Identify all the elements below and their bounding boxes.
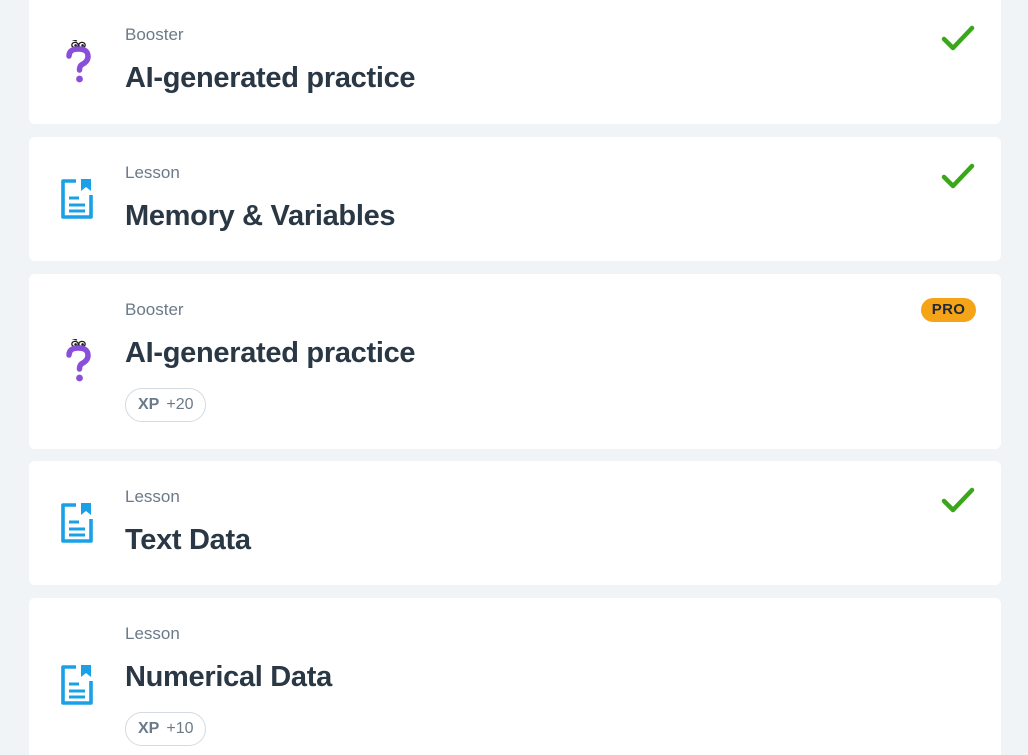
lesson-document-icon [59, 501, 99, 547]
item-title: Numerical Data [125, 661, 332, 693]
completed-check-icon [941, 162, 975, 192]
question-character-icon [59, 40, 99, 86]
xp-value: +20 [166, 396, 194, 413]
lesson-document-icon [59, 177, 99, 223]
item-type-label: Booster [125, 25, 184, 44]
completed-check-icon [941, 24, 975, 54]
pro-badge: PRO [921, 298, 976, 322]
xp-value: +10 [166, 720, 194, 737]
course-item-card[interactable]: Booster AI-generated practice PRO XP +20 [29, 274, 1001, 449]
xp-label: XP [138, 396, 160, 413]
item-title: AI-generated practice [125, 337, 416, 369]
item-title: AI-generated practice [125, 62, 416, 94]
xp-label: XP [138, 720, 160, 737]
course-item-card[interactable]: Lesson Text Data [29, 461, 1001, 585]
xp-reward-pill: XP +20 [125, 388, 207, 422]
course-item-card[interactable]: Lesson Numerical Data XP +10 [29, 598, 1001, 755]
course-item-card[interactable]: Booster AI-generated practice [29, 0, 1001, 124]
course-item-card[interactable]: Lesson Memory & Variables [29, 137, 1001, 261]
item-type-label: Lesson [125, 163, 180, 182]
item-type-label: Lesson [125, 624, 180, 643]
item-type-label: Lesson [125, 487, 180, 506]
item-title: Memory & Variables [125, 200, 396, 232]
item-type-label: Booster [125, 300, 184, 319]
xp-reward-pill: XP +10 [125, 712, 207, 746]
item-title: Text Data [125, 524, 251, 556]
lesson-document-icon [59, 663, 99, 709]
question-character-icon [59, 339, 99, 385]
completed-check-icon [941, 486, 975, 516]
